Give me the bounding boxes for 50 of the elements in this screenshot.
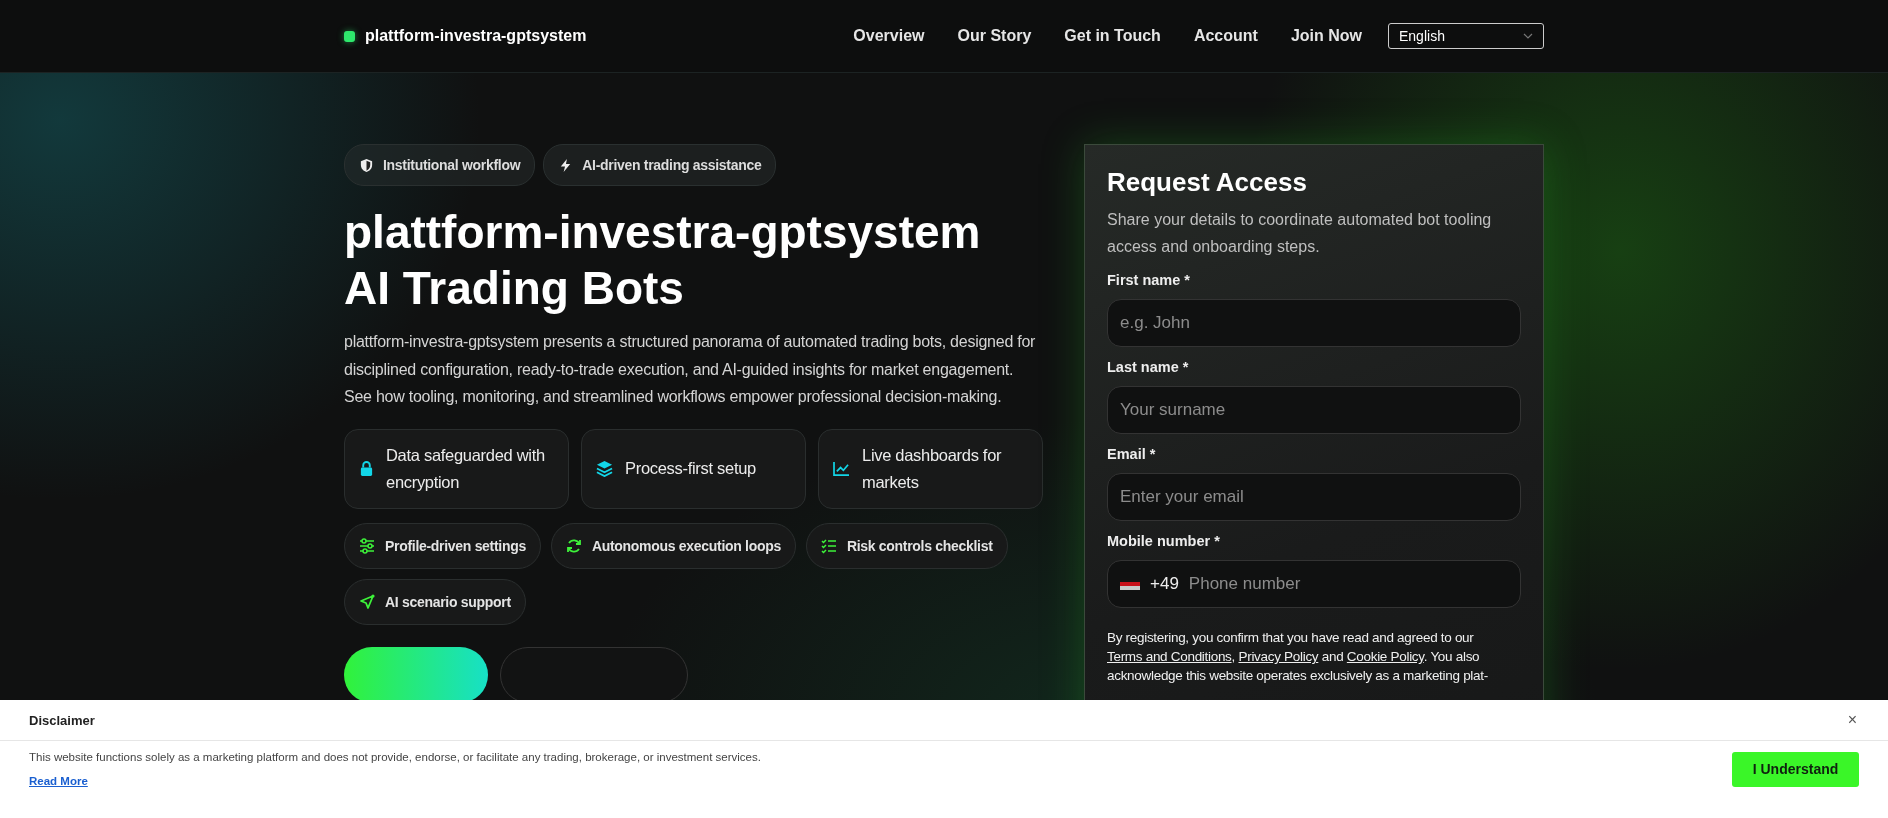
layers-icon (596, 460, 613, 477)
feature-card: Process-first setup (581, 428, 806, 509)
policy-link[interactable]: Terms and Conditions (1107, 649, 1232, 664)
form-subtitle: Share your details to coordinate automated bot tooling access and onboarding steps. (1107, 210, 1493, 257)
read-more-link[interactable]: Read More (29, 775, 88, 787)
input-field[interactable]: e.g. John (1107, 299, 1521, 347)
hero-description: plattform-investra-gptsystem presents a structured panorama of automated trading bots, designed for disciplined configuration, ready-to-trade execution, and AI-guided insights for market engagement. See how tooling, monitoring, and streamlined workflows empower professional decision-making. (344, 332, 1037, 407)
nav-link[interactable]: Our Story (957, 27, 1032, 45)
field-label: Email * (1107, 446, 1156, 462)
nav-link[interactable]: Account (1193, 27, 1258, 45)
input-field[interactable]: Your surname (1107, 386, 1521, 434)
shield-icon (359, 157, 374, 173)
field-label: Last name * (1107, 359, 1189, 375)
feature-tag: Autonomous execution loops (550, 522, 796, 569)
policy-link[interactable]: Privacy Policy (1238, 649, 1319, 664)
nav-link[interactable]: Join Now (1290, 27, 1362, 45)
policy-link[interactable]: Cookie Policy (1346, 649, 1424, 664)
field-label: First name * (1107, 272, 1190, 288)
consent-text: By registering, you confirm that you have read and agreed to our Terms and Conditions, Privacy Policy and Cookie Policy. You also acknowledge this website operates exclusively as a marketing plat- (1107, 629, 1489, 685)
feature-card: Live dashboards for markets (818, 428, 1043, 509)
field-label: Mobile number * (1107, 533, 1220, 549)
form-title: Request Access (1107, 167, 1308, 198)
input-field[interactable]: Enter your email (1107, 473, 1521, 521)
lock-icon (359, 460, 374, 477)
country-code: +49 (1150, 574, 1179, 594)
brand-name[interactable]: plattform-investra-gptsystem (365, 27, 587, 45)
send-icon (359, 593, 375, 610)
understand-button[interactable]: I Understand (1732, 751, 1859, 787)
checklist-icon (820, 537, 837, 554)
sliders-icon (359, 537, 375, 554)
nav-link[interactable]: Get in Touch (1064, 27, 1161, 45)
feature-card: Data safeguarded with encryption (344, 428, 569, 509)
close-button[interactable]: × (1845, 711, 1859, 729)
feature-tag: AI scenario support (344, 578, 526, 625)
language-select[interactable]: English (1388, 23, 1544, 49)
feature-badge: Institutional workflow (344, 144, 536, 186)
disclaimer-title: Disclaimer (29, 712, 95, 728)
feature-badge: AI-driven trading assistance (543, 144, 777, 186)
feature-tag: Risk controls checklist (805, 522, 1008, 569)
logo-icon (344, 30, 355, 42)
feature-tag: Profile-driven settings (344, 522, 541, 569)
phone-number-input[interactable]: Phone number (1188, 574, 1508, 594)
chevron-icon (1523, 33, 1533, 39)
hero-title: plattform-investra-gptsystem (344, 205, 981, 260)
disclaimer-text: This website functions solely as a marketing platform and does not provide, endorse, or facilitate any trading, brokerage, or investment services. (29, 751, 761, 763)
hero-title: AI Trading Bots (344, 261, 684, 316)
line-chart-icon (833, 461, 850, 476)
phone-field[interactable]: +49 Phone number (1107, 560, 1521, 608)
nav-link[interactable]: Overview (853, 27, 925, 45)
refresh-icon (565, 537, 582, 554)
